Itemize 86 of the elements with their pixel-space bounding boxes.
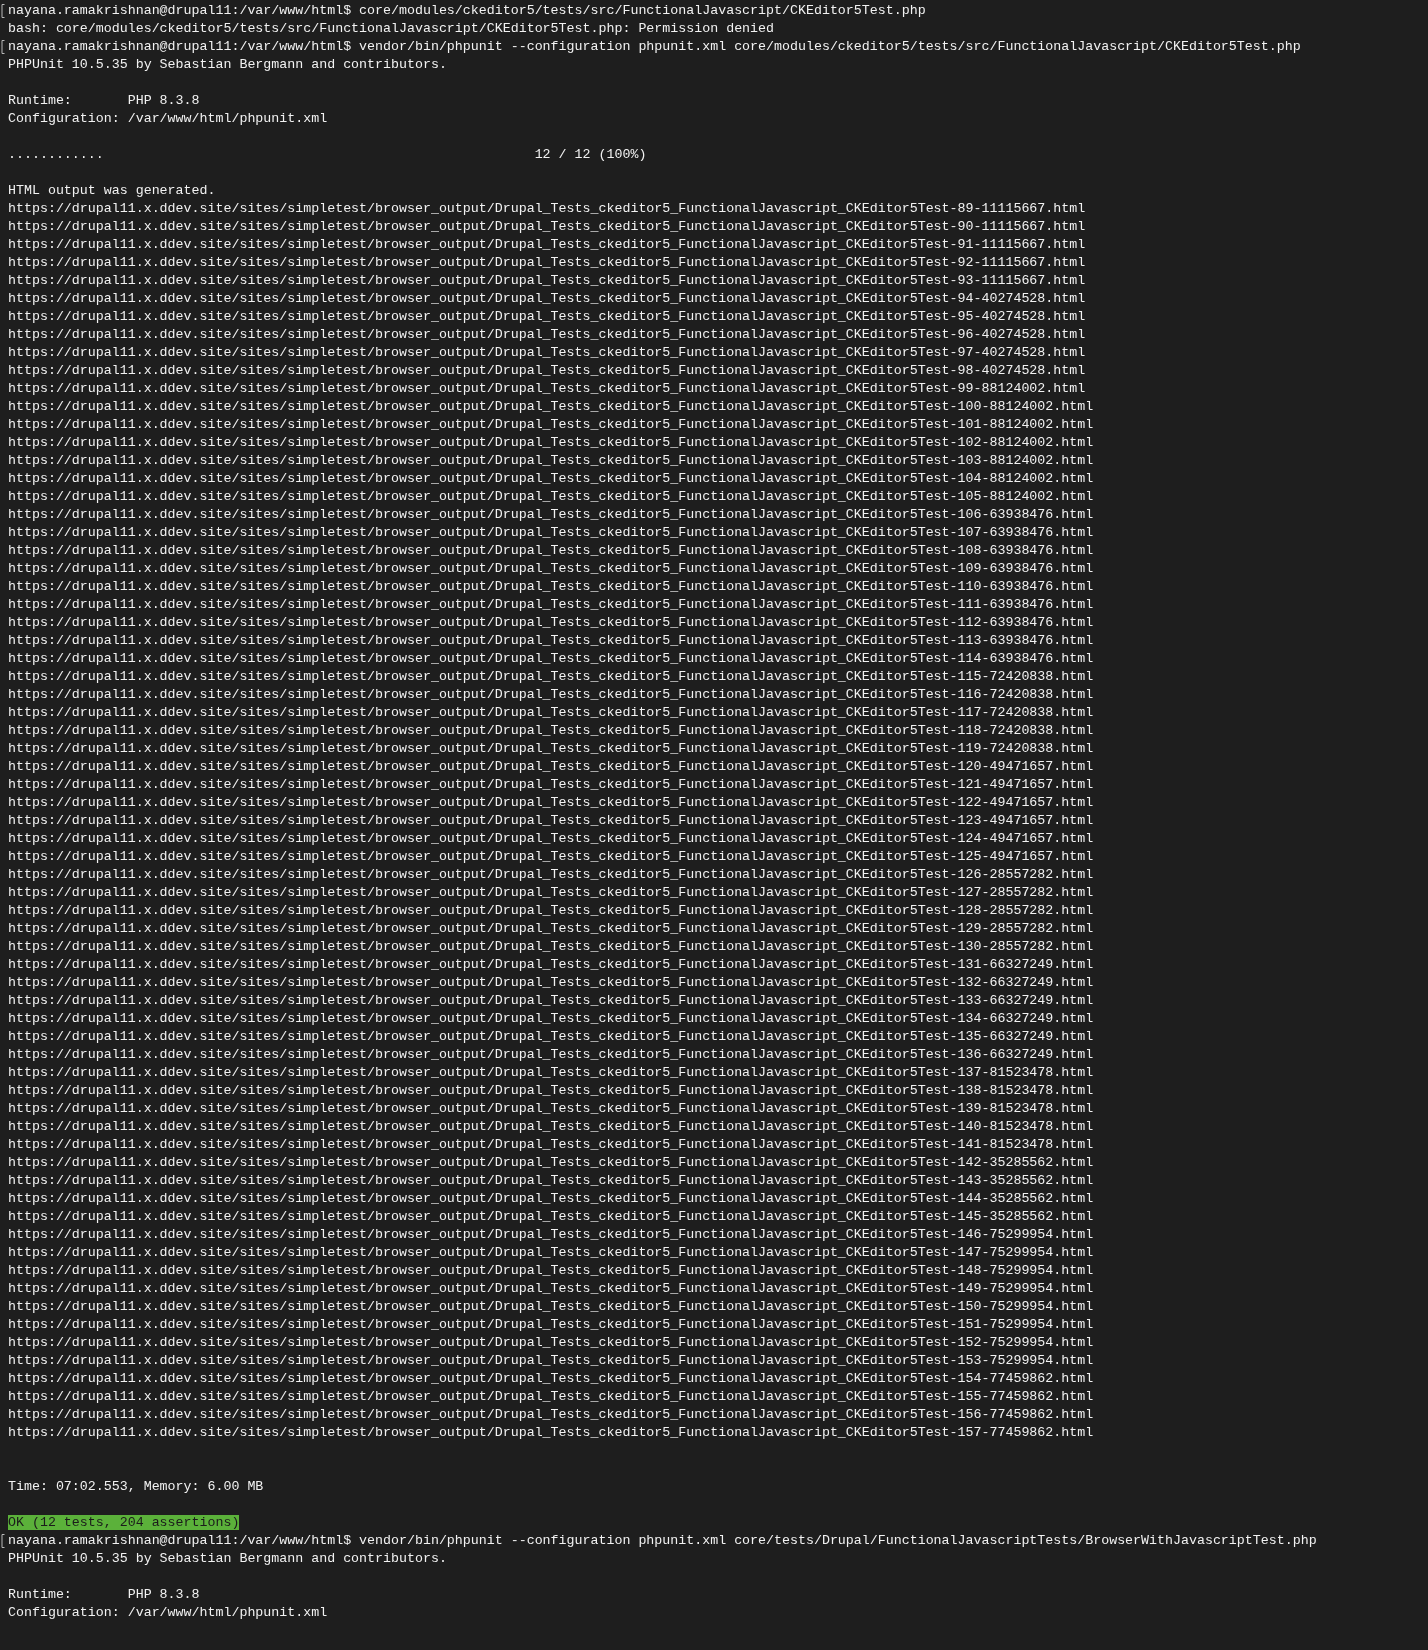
output-line: https://drupal11.x.ddev.site/sites/simpletest/browser_output/Drupal_Tests_ckeditor5_FunctionalJavascript_CKEditor5Test-139-81523478.html bbox=[8, 1101, 1094, 1116]
output-line: https://drupal11.x.ddev.site/sites/simpletest/browser_output/Drupal_Tests_ckeditor5_FunctionalJavascript_CKEditor5Test-97-40274528.html bbox=[8, 345, 1086, 360]
output-line: https://drupal11.x.ddev.site/sites/simpletest/browser_output/Drupal_Tests_ckeditor5_FunctionalJavascript_CKEditor5Test-115-72420838.html bbox=[8, 669, 1094, 684]
output-line: https://drupal11.x.ddev.site/sites/simpletest/browser_output/Drupal_Tests_ckeditor5_FunctionalJavascript_CKEditor5Test-136-66327249.html bbox=[8, 1047, 1094, 1062]
output-line: https://drupal11.x.ddev.site/sites/simpletest/browser_output/Drupal_Tests_ckeditor5_FunctionalJavascript_CKEditor5Test-113-63938476.html bbox=[8, 633, 1094, 648]
command-line: nayana.ramakrishnan@drupal11:/var/www/html$ vendor/bin/phpunit --configuration phpunit.xml core/modules/ckeditor5/tests/src/FunctionalJavascript/CKEditor5Test.php bbox=[8, 39, 1301, 54]
output-line: https://drupal11.x.ddev.site/sites/simpletest/browser_output/Drupal_Tests_ckeditor5_FunctionalJavascript_CKEditor5Test-122-49471657.html bbox=[8, 795, 1094, 810]
output-line: https://drupal11.x.ddev.site/sites/simpletest/browser_output/Drupal_Tests_ckeditor5_FunctionalJavascript_CKEditor5Test-92-11115667.html bbox=[8, 255, 1086, 270]
output-line: https://drupal11.x.ddev.site/sites/simpletest/browser_output/Drupal_Tests_ckeditor5_FunctionalJavascript_CKEditor5Test-95-40274528.html bbox=[8, 309, 1086, 324]
output-line: https://drupal11.x.ddev.site/sites/simpletest/browser_output/Drupal_Tests_ckeditor5_FunctionalJavascript_CKEditor5Test-108-63938476.html bbox=[8, 543, 1094, 558]
output-line: https://drupal11.x.ddev.site/sites/simpletest/browser_output/Drupal_Tests_ckeditor5_FunctionalJavascript_CKEditor5Test-98-40274528.html bbox=[8, 363, 1086, 378]
output-line: https://drupal11.x.ddev.site/sites/simpletest/browser_output/Drupal_Tests_ckeditor5_FunctionalJavascript_CKEditor5Test-102-88124002.html bbox=[8, 435, 1094, 450]
output-line: https://drupal11.x.ddev.site/sites/simpletest/browser_output/Drupal_Tests_ckeditor5_FunctionalJavascript_CKEditor5Test-156-77459862.html bbox=[8, 1407, 1094, 1422]
output-line: https://drupal11.x.ddev.site/sites/simpletest/browser_output/Drupal_Tests_ckeditor5_FunctionalJavascript_CKEditor5Test-118-72420838.html bbox=[8, 723, 1094, 738]
output-line: ............ 12 / 12 (100%) bbox=[8, 147, 647, 162]
output-line: https://drupal11.x.ddev.site/sites/simpletest/browser_output/Drupal_Tests_ckeditor5_FunctionalJavascript_CKEditor5Test-150-75299954.html bbox=[8, 1299, 1094, 1314]
output-line: https://drupal11.x.ddev.site/sites/simpletest/browser_output/Drupal_Tests_ckeditor5_FunctionalJavascript_CKEditor5Test-130-28557282.html bbox=[8, 939, 1094, 954]
output-line: https://drupal11.x.ddev.site/sites/simpletest/browser_output/Drupal_Tests_ckeditor5_FunctionalJavascript_CKEditor5Test-110-63938476.html bbox=[8, 579, 1094, 594]
output-line: https://drupal11.x.ddev.site/sites/simpletest/browser_output/Drupal_Tests_ckeditor5_FunctionalJavascript_CKEditor5Test-147-75299954.html bbox=[8, 1245, 1094, 1260]
output-line: https://drupal11.x.ddev.site/sites/simpletest/browser_output/Drupal_Tests_ckeditor5_FunctionalJavascript_CKEditor5Test-106-63938476.html bbox=[8, 507, 1094, 522]
output-line: https://drupal11.x.ddev.site/sites/simpletest/browser_output/Drupal_Tests_ckeditor5_FunctionalJavascript_CKEditor5Test-149-75299954.html bbox=[8, 1281, 1094, 1296]
output-line: https://drupal11.x.ddev.site/sites/simpletest/browser_output/Drupal_Tests_ckeditor5_FunctionalJavascript_CKEditor5Test-117-72420838.html bbox=[8, 705, 1094, 720]
success-message: OK (12 tests, 204 assertions) bbox=[8, 1515, 240, 1530]
output-line: https://drupal11.x.ddev.site/sites/simpletest/browser_output/Drupal_Tests_ckeditor5_FunctionalJavascript_CKEditor5Test-103-88124002.html bbox=[8, 453, 1094, 468]
output-line: https://drupal11.x.ddev.site/sites/simpletest/browser_output/Drupal_Tests_ckeditor5_FunctionalJavascript_CKEditor5Test-129-28557282.html bbox=[8, 921, 1094, 936]
output-line: https://drupal11.x.ddev.site/sites/simpletest/browser_output/Drupal_Tests_ckeditor5_FunctionalJavascript_CKEditor5Test-133-66327249.html bbox=[8, 993, 1094, 1008]
output-line: HTML output was generated. bbox=[8, 183, 216, 198]
output-line: Configuration: /var/www/html/phpunit.xml bbox=[8, 1605, 328, 1620]
output-line: https://drupal11.x.ddev.site/sites/simpletest/browser_output/Drupal_Tests_ckeditor5_FunctionalJavascript_CKEditor5Test-153-75299954.html bbox=[8, 1353, 1094, 1368]
output-line: https://drupal11.x.ddev.site/sites/simpletest/browser_output/Drupal_Tests_ckeditor5_FunctionalJavascript_CKEditor5Test-90-11115667.html bbox=[8, 219, 1086, 234]
output-line: https://drupal11.x.ddev.site/sites/simpletest/browser_output/Drupal_Tests_ckeditor5_FunctionalJavascript_CKEditor5Test-109-63938476.html bbox=[8, 561, 1094, 576]
output-line: https://drupal11.x.ddev.site/sites/simpletest/browser_output/Drupal_Tests_ckeditor5_FunctionalJavascript_CKEditor5Test-105-88124002.html bbox=[8, 489, 1094, 504]
output-line: https://drupal11.x.ddev.site/sites/simpletest/browser_output/Drupal_Tests_ckeditor5_FunctionalJavascript_CKEditor5Test-93-11115667.html bbox=[8, 273, 1086, 288]
output-line: https://drupal11.x.ddev.site/sites/simpletest/browser_output/Drupal_Tests_ckeditor5_FunctionalJavascript_CKEditor5Test-121-49471657.html bbox=[8, 777, 1094, 792]
output-line: https://drupal11.x.ddev.site/sites/simpletest/browser_output/Drupal_Tests_ckeditor5_FunctionalJavascript_CKEditor5Test-96-40274528.html bbox=[8, 327, 1086, 342]
output-line: https://drupal11.x.ddev.site/sites/simpletest/browser_output/Drupal_Tests_ckeditor5_FunctionalJavascript_CKEditor5Test-116-72420838.html bbox=[8, 687, 1094, 702]
output-line: https://drupal11.x.ddev.site/sites/simpletest/browser_output/Drupal_Tests_ckeditor5_FunctionalJavascript_CKEditor5Test-111-63938476.html bbox=[8, 597, 1094, 612]
command-line: nayana.ramakrishnan@drupal11:/var/www/html$ core/modules/ckeditor5/tests/src/FunctionalJavascript/CKEditor5Test.php bbox=[8, 3, 926, 18]
output-line: https://drupal11.x.ddev.site/sites/simpletest/browser_output/Drupal_Tests_ckeditor5_FunctionalJavascript_CKEditor5Test-134-66327249.html bbox=[8, 1011, 1094, 1026]
output-line: https://drupal11.x.ddev.site/sites/simpletest/browser_output/Drupal_Tests_ckeditor5_FunctionalJavascript_CKEditor5Test-132-66327249.html bbox=[8, 975, 1094, 990]
output-line: https://drupal11.x.ddev.site/sites/simpletest/browser_output/Drupal_Tests_ckeditor5_FunctionalJavascript_CKEditor5Test-89-11115667.html bbox=[8, 201, 1086, 216]
command-line: nayana.ramakrishnan@drupal11:/var/www/html$ vendor/bin/phpunit --configuration phpunit.xml core/tests/Drupal/FunctionalJavascriptTests/BrowserWithJavascriptTest.php bbox=[8, 1533, 1317, 1548]
output-line: https://drupal11.x.ddev.site/sites/simpletest/browser_output/Drupal_Tests_ckeditor5_FunctionalJavascript_CKEditor5Test-125-49471657.html bbox=[8, 849, 1094, 864]
output-line: PHPUnit 10.5.35 by Sebastian Bergmann and contributors. bbox=[8, 57, 447, 72]
output-line: https://drupal11.x.ddev.site/sites/simpletest/browser_output/Drupal_Tests_ckeditor5_FunctionalJavascript_CKEditor5Test-144-35285562.html bbox=[8, 1191, 1094, 1206]
output-line: https://drupal11.x.ddev.site/sites/simpletest/browser_output/Drupal_Tests_ckeditor5_FunctionalJavascript_CKEditor5Test-112-63938476.html bbox=[8, 615, 1094, 630]
output-line: https://drupal11.x.ddev.site/sites/simpletest/browser_output/Drupal_Tests_ckeditor5_FunctionalJavascript_CKEditor5Test-157-77459862.html bbox=[8, 1425, 1094, 1440]
output-line: Configuration: /var/www/html/phpunit.xml bbox=[8, 111, 328, 126]
output-line: https://drupal11.x.ddev.site/sites/simpletest/browser_output/Drupal_Tests_ckeditor5_FunctionalJavascript_CKEditor5Test-91-11115667.html bbox=[8, 237, 1086, 252]
output-line: https://drupal11.x.ddev.site/sites/simpletest/browser_output/Drupal_Tests_ckeditor5_FunctionalJavascript_CKEditor5Test-120-49471657.html bbox=[8, 759, 1094, 774]
output-line: https://drupal11.x.ddev.site/sites/simpletest/browser_output/Drupal_Tests_ckeditor5_FunctionalJavascript_CKEditor5Test-142-35285562.html bbox=[8, 1155, 1094, 1170]
output-line: https://drupal11.x.ddev.site/sites/simpletest/browser_output/Drupal_Tests_ckeditor5_FunctionalJavascript_CKEditor5Test-141-81523478.html bbox=[8, 1137, 1094, 1152]
output-line: https://drupal11.x.ddev.site/sites/simpletest/browser_output/Drupal_Tests_ckeditor5_FunctionalJavascript_CKEditor5Test-154-77459862.html bbox=[8, 1371, 1094, 1386]
output-line: https://drupal11.x.ddev.site/sites/simpletest/browser_output/Drupal_Tests_ckeditor5_FunctionalJavascript_CKEditor5Test-101-88124002.html bbox=[8, 417, 1094, 432]
output-line: https://drupal11.x.ddev.site/sites/simpletest/browser_output/Drupal_Tests_ckeditor5_FunctionalJavascript_CKEditor5Test-148-75299954.html bbox=[8, 1263, 1094, 1278]
bracket-icon bbox=[1, 1534, 5, 1548]
output-line: https://drupal11.x.ddev.site/sites/simpletest/browser_output/Drupal_Tests_ckeditor5_FunctionalJavascript_CKEditor5Test-100-88124002.html bbox=[8, 399, 1094, 414]
output-line: https://drupal11.x.ddev.site/sites/simpletest/browser_output/Drupal_Tests_ckeditor5_FunctionalJavascript_CKEditor5Test-151-75299954.html bbox=[8, 1317, 1094, 1332]
output-line: https://drupal11.x.ddev.site/sites/simpletest/browser_output/Drupal_Tests_ckeditor5_FunctionalJavascript_CKEditor5Test-138-81523478.html bbox=[8, 1083, 1094, 1098]
output-line: https://drupal11.x.ddev.site/sites/simpletest/browser_output/Drupal_Tests_ckeditor5_FunctionalJavascript_CKEditor5Test-99-88124002.html bbox=[8, 381, 1086, 396]
bracket-icon bbox=[1, 40, 5, 54]
output-line: https://drupal11.x.ddev.site/sites/simpletest/browser_output/Drupal_Tests_ckeditor5_FunctionalJavascript_CKEditor5Test-124-49471657.html bbox=[8, 831, 1094, 846]
output-line: https://drupal11.x.ddev.site/sites/simpletest/browser_output/Drupal_Tests_ckeditor5_FunctionalJavascript_CKEditor5Test-146-75299954.html bbox=[8, 1227, 1094, 1242]
output-line: https://drupal11.x.ddev.site/sites/simpletest/browser_output/Drupal_Tests_ckeditor5_FunctionalJavascript_CKEditor5Test-114-63938476.html bbox=[8, 651, 1094, 666]
output-line: https://drupal11.x.ddev.site/sites/simpletest/browser_output/Drupal_Tests_ckeditor5_FunctionalJavascript_CKEditor5Test-145-35285562.html bbox=[8, 1209, 1094, 1224]
output-line: https://drupal11.x.ddev.site/sites/simpletest/browser_output/Drupal_Tests_ckeditor5_FunctionalJavascript_CKEditor5Test-143-35285562.html bbox=[8, 1173, 1094, 1188]
output-line: https://drupal11.x.ddev.site/sites/simpletest/browser_output/Drupal_Tests_ckeditor5_FunctionalJavascript_CKEditor5Test-152-75299954.html bbox=[8, 1335, 1094, 1350]
output-line: https://drupal11.x.ddev.site/sites/simpletest/browser_output/Drupal_Tests_ckeditor5_FunctionalJavascript_CKEditor5Test-137-81523478.html bbox=[8, 1065, 1094, 1080]
output-line: https://drupal11.x.ddev.site/sites/simpletest/browser_output/Drupal_Tests_ckeditor5_FunctionalJavascript_CKEditor5Test-135-66327249.html bbox=[8, 1029, 1094, 1044]
output-line: PHPUnit 10.5.35 by Sebastian Bergmann and contributors. bbox=[8, 1551, 447, 1566]
output-line: https://drupal11.x.ddev.site/sites/simpletest/browser_output/Drupal_Tests_ckeditor5_FunctionalJavascript_CKEditor5Test-128-28557282.html bbox=[8, 903, 1094, 918]
output-line: https://drupal11.x.ddev.site/sites/simpletest/browser_output/Drupal_Tests_ckeditor5_FunctionalJavascript_CKEditor5Test-126-28557282.html bbox=[8, 867, 1094, 882]
output-line: Time: 07:02.553, Memory: 6.00 MB bbox=[8, 1479, 264, 1494]
output-line: https://drupal11.x.ddev.site/sites/simpletest/browser_output/Drupal_Tests_ckeditor5_FunctionalJavascript_CKEditor5Test-131-66327249.html bbox=[8, 957, 1094, 972]
output-line: https://drupal11.x.ddev.site/sites/simpletest/browser_output/Drupal_Tests_ckeditor5_FunctionalJavascript_CKEditor5Test-119-72420838.html bbox=[8, 741, 1094, 756]
output-line: https://drupal11.x.ddev.site/sites/simpletest/browser_output/Drupal_Tests_ckeditor5_FunctionalJavascript_CKEditor5Test-107-63938476.html bbox=[8, 525, 1094, 540]
bracket-icon bbox=[1, 4, 5, 18]
output-line: Runtime: PHP 8.3.8 bbox=[8, 1587, 200, 1602]
output-line: Runtime: PHP 8.3.8 bbox=[8, 93, 200, 108]
output-line: https://drupal11.x.ddev.site/sites/simpletest/browser_output/Drupal_Tests_ckeditor5_FunctionalJavascript_CKEditor5Test-127-28557282.html bbox=[8, 885, 1094, 900]
output-line: https://drupal11.x.ddev.site/sites/simpletest/browser_output/Drupal_Tests_ckeditor5_FunctionalJavascript_CKEditor5Test-140-81523478.html bbox=[8, 1119, 1094, 1134]
output-line: https://drupal11.x.ddev.site/sites/simpletest/browser_output/Drupal_Tests_ckeditor5_FunctionalJavascript_CKEditor5Test-123-49471657.html bbox=[8, 813, 1094, 828]
output-line: https://drupal11.x.ddev.site/sites/simpletest/browser_output/Drupal_Tests_ckeditor5_FunctionalJavascript_CKEditor5Test-94-40274528.html bbox=[8, 291, 1086, 306]
output-line: bash: core/modules/ckeditor5/tests/src/FunctionalJavascript/CKEditor5Test.php: Permission denied bbox=[8, 21, 775, 36]
output-line: https://drupal11.x.ddev.site/sites/simpletest/browser_output/Drupal_Tests_ckeditor5_FunctionalJavascript_CKEditor5Test-155-77459862.html bbox=[8, 1389, 1094, 1404]
output-line: https://drupal11.x.ddev.site/sites/simpletest/browser_output/Drupal_Tests_ckeditor5_FunctionalJavascript_CKEditor5Test-104-88124002.html bbox=[8, 471, 1094, 486]
